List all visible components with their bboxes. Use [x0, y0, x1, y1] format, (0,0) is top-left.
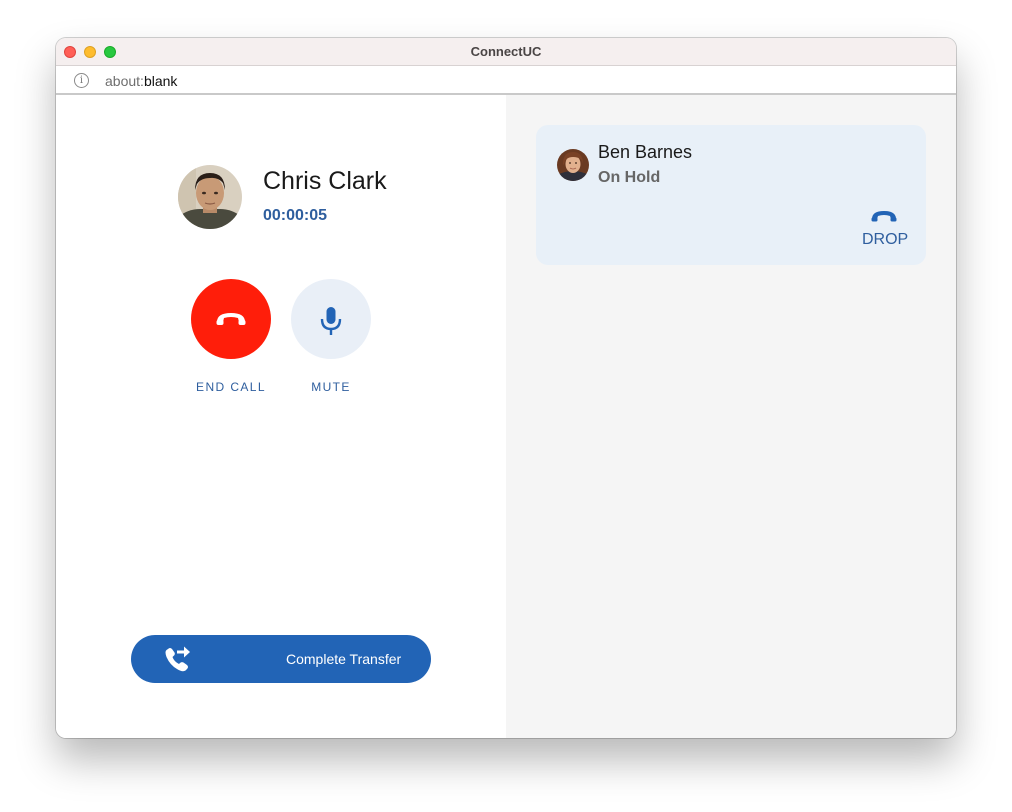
- drop-button[interactable]: DROP: [862, 231, 908, 249]
- url-text[interactable]: about:blank: [105, 73, 177, 89]
- app-window: ConnectUC i about:blank Chris Clark 00:0…: [56, 38, 956, 738]
- info-icon[interactable]: i: [74, 73, 89, 88]
- microphone-icon: [320, 307, 342, 335]
- phone-hangup-icon[interactable]: [871, 209, 897, 223]
- held-caller-name: Ben Barnes: [598, 142, 693, 162]
- phone-hangup-icon: [216, 313, 246, 325]
- mute-label: MUTE: [311, 380, 351, 394]
- url-scheme: about:: [105, 73, 144, 89]
- held-call-card: Ben Barnes On Hold DROP: [536, 125, 926, 265]
- window-title: ConnectUC: [470, 44, 542, 59]
- title-bar: ConnectUC: [56, 38, 956, 66]
- complete-transfer-button[interactable]: Complete Transfer: [131, 635, 431, 683]
- caller-name: Chris Clark: [263, 167, 387, 195]
- address-bar[interactable]: i about:blank: [56, 66, 956, 95]
- held-calls-panel: Ben Barnes On Hold DROP: [506, 95, 956, 738]
- mute-button[interactable]: [291, 279, 371, 359]
- end-call-button[interactable]: [191, 279, 271, 359]
- complete-transfer-label: Complete Transfer: [286, 651, 402, 667]
- url-path: blank: [143, 73, 178, 89]
- call-timer: 00:00:05: [263, 207, 328, 224]
- caller-avatar: [178, 165, 242, 229]
- held-call-status: On Hold: [598, 169, 661, 186]
- held-caller-avatar: [557, 149, 589, 181]
- active-call-panel: Chris Clark 00:00:05 END CALL MUTE Compl…: [56, 95, 506, 738]
- phone-transfer-icon: [165, 646, 190, 672]
